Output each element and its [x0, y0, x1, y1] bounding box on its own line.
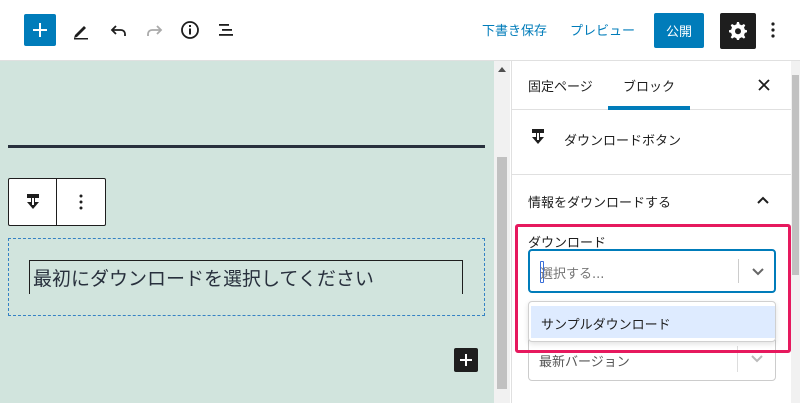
settings-sidebar: 固定ページ ブロック ダウンロードボタン 情報をダウンロードする ダウンロード …	[511, 61, 792, 403]
redo-button[interactable]	[141, 17, 167, 43]
sidebar-tabs: 固定ページ ブロック	[512, 61, 792, 110]
chevron-down-icon[interactable]	[750, 263, 766, 283]
more-vertical-icon	[771, 22, 775, 38]
sidebar-scroll-thumb[interactable]	[792, 75, 799, 275]
download-icon	[26, 194, 39, 209]
tab-block[interactable]: ブロック	[608, 61, 690, 110]
options-menu-button[interactable]	[764, 17, 782, 43]
block-placeholder: 最初にダウンロードを選択してください	[29, 260, 463, 294]
preview-button[interactable]: プレビュー	[570, 20, 635, 39]
download-dropdown-menu: サンプルダウンロード	[528, 301, 776, 342]
separator-block[interactable]	[8, 145, 485, 148]
chevron-down-icon[interactable]	[749, 350, 765, 370]
download-info-panel-toggle[interactable]: 情報をダウンロードする	[512, 176, 792, 224]
chevron-up-icon	[756, 192, 770, 211]
list-view-icon	[219, 24, 233, 36]
panel-title: 情報をダウンロードする	[528, 196, 672, 211]
pencil-icon	[74, 26, 88, 40]
version-select-value: 最新バージョン	[539, 355, 630, 370]
close-icon	[758, 79, 770, 91]
editor-canvas: 最初にダウンロードを選択してください	[0, 61, 494, 403]
download-select[interactable]: 選択する...	[528, 249, 776, 293]
placeholder-text: 最初にダウンロードを選択してください	[33, 268, 374, 290]
download-icon	[530, 128, 546, 150]
plus-icon	[33, 23, 47, 37]
download-button-block[interactable]: 最初にダウンロードを選択してください	[8, 238, 485, 316]
select-separator	[738, 259, 739, 283]
undo-icon	[110, 25, 126, 36]
block-inserter-button[interactable]	[24, 14, 56, 46]
close-sidebar-button[interactable]	[754, 75, 774, 95]
undo-button[interactable]	[106, 17, 132, 43]
scroll-up-icon[interactable]	[498, 67, 506, 72]
select-separator	[737, 346, 738, 372]
block-card: ダウンロードボタン	[512, 110, 792, 175]
block-toolbar	[8, 178, 106, 226]
select-placeholder: 選択する...	[540, 267, 605, 282]
version-select[interactable]: 最新バージョン	[528, 337, 776, 381]
save-draft-button[interactable]: 下書き保存	[482, 20, 547, 39]
plus-icon	[460, 354, 472, 366]
block-type-button[interactable]	[9, 179, 57, 225]
list-view-button[interactable]	[213, 17, 239, 43]
canvas-scrollbar[interactable]	[494, 61, 510, 403]
block-name: ダウンロードボタン	[564, 134, 682, 149]
gear-icon	[729, 22, 747, 40]
edit-tool-button[interactable]	[68, 17, 94, 43]
editor-top-toolbar: 下書き保存 プレビュー 公開	[0, 0, 800, 61]
info-icon	[181, 21, 199, 39]
sidebar-scrollbar[interactable]	[791, 61, 800, 403]
details-button[interactable]	[177, 17, 203, 43]
publish-button[interactable]: 公開	[654, 13, 704, 48]
more-vertical-icon	[79, 194, 83, 210]
tab-page[interactable]: 固定ページ	[528, 61, 593, 110]
block-options-button[interactable]	[57, 179, 105, 225]
add-block-button[interactable]	[454, 348, 478, 372]
dropdown-option[interactable]: サンプルダウンロード	[531, 306, 775, 338]
settings-button[interactable]	[720, 13, 756, 49]
redo-icon	[147, 25, 163, 36]
canvas-scroll-thumb[interactable]	[497, 157, 507, 389]
